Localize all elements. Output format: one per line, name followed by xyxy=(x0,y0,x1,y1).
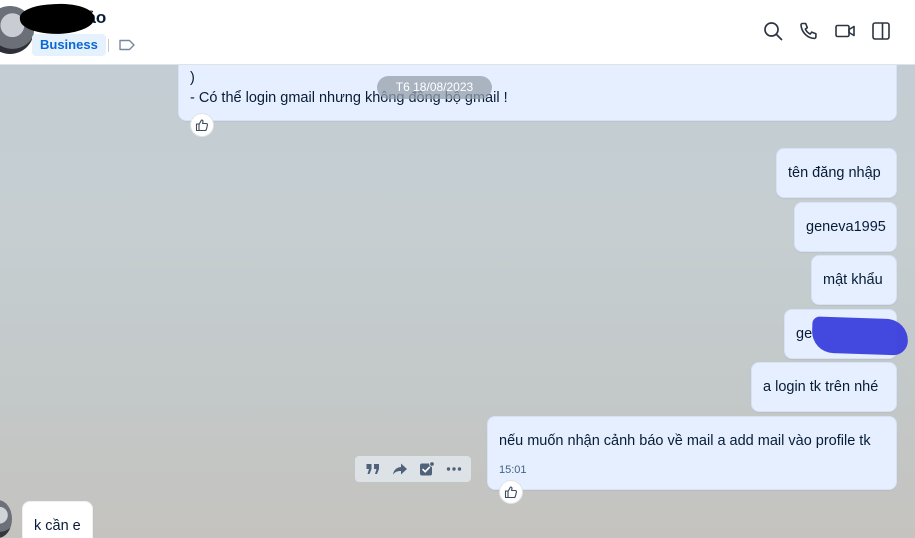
message-bubble[interactable]: a login tk trên nhé xyxy=(751,362,897,412)
message-actions-toolbar xyxy=(355,456,471,482)
redaction-scribble xyxy=(811,316,909,356)
message-bubble[interactable]: k cần e xyxy=(22,501,93,538)
chat-area[interactable]: ) - Có thể login gmail nhưng không đồng … xyxy=(0,65,915,538)
message-text: geneva1995 xyxy=(806,219,886,235)
tag-icon[interactable] xyxy=(118,38,136,57)
like-reaction-button[interactable] xyxy=(499,480,523,504)
message-bubble[interactable]: tên đăng nhập xyxy=(776,148,897,198)
more-icon[interactable] xyxy=(446,462,462,476)
message-text: a login tk trên nhé xyxy=(763,379,879,395)
message-text: nếu muốn nhận cảnh báo về mail a add mai… xyxy=(499,433,871,449)
sender-avatar[interactable] xyxy=(0,500,12,538)
contact-name-wrap[interactable]: Quốc Bảo xyxy=(19,1,118,37)
select-icon[interactable] xyxy=(419,461,435,477)
video-call-icon[interactable] xyxy=(834,20,856,42)
message-bubble[interactable]: ) - Có thể login gmail nhưng không đồng … xyxy=(178,65,897,121)
message-bubble[interactable]: geneva1995 xyxy=(794,202,897,252)
chat-header: Quốc Bảo Business xyxy=(0,0,915,65)
message-text-line: ) xyxy=(190,70,195,86)
search-icon[interactable] xyxy=(762,20,784,42)
message-text: ge xyxy=(796,326,813,342)
message-bubble[interactable]: nếu muốn nhận cảnh báo về mail a add mai… xyxy=(487,416,897,490)
message-text: mật khẩu xyxy=(823,272,883,288)
message-text: tên đăng nhập xyxy=(788,165,881,181)
header-divider xyxy=(108,39,109,52)
message-text: k cần e xyxy=(34,518,81,534)
thumbs-up-icon xyxy=(195,119,208,132)
message-time: 15:01 xyxy=(499,464,527,476)
thumbs-up-icon xyxy=(504,486,517,499)
phone-icon[interactable] xyxy=(798,20,820,42)
message-text-line: - Có thể login gmail nhưng không đồng bộ… xyxy=(190,90,508,106)
quote-icon[interactable] xyxy=(365,462,381,476)
date-separator: T6 18/08/2023 xyxy=(377,76,492,99)
forward-icon[interactable] xyxy=(392,462,408,476)
business-badge: Business xyxy=(32,34,106,56)
message-bubble[interactable]: mật khẩu xyxy=(811,255,897,305)
like-reaction-button[interactable] xyxy=(190,113,214,137)
sidebar-toggle-icon[interactable] xyxy=(870,20,892,42)
